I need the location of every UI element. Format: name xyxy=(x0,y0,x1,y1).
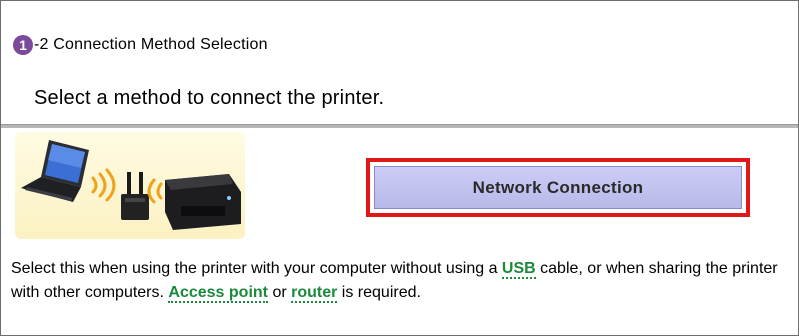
instruction-text: Select a method to connect the printer. xyxy=(34,87,385,109)
connection-method-panel: 1 -2 Connection Method Selection Select … xyxy=(0,0,799,336)
network-illustration xyxy=(15,132,245,239)
network-connection-button[interactable]: Network Connection xyxy=(374,166,742,209)
option-description: Select this when using the printer with … xyxy=(11,257,791,305)
step-number-badge: 1 xyxy=(13,35,33,55)
wireless-signal-icon xyxy=(91,168,116,202)
access-point-glossary-link[interactable]: Access point xyxy=(168,284,268,303)
wifi-router-icon xyxy=(121,172,149,220)
description-text: or xyxy=(268,284,292,301)
printer-icon xyxy=(165,174,241,230)
router-glossary-link[interactable]: router xyxy=(291,284,338,303)
usb-glossary-link[interactable]: USB xyxy=(501,260,536,279)
step-title: -2 Connection Method Selection xyxy=(34,36,268,53)
section-divider xyxy=(1,124,798,128)
network-connection-highlight: Network Connection xyxy=(366,158,750,217)
laptop-icon xyxy=(21,140,89,202)
description-text: Select this when using the printer with … xyxy=(11,260,502,277)
step-header: 1 -2 Connection Method Selection xyxy=(13,35,268,55)
description-text: is required. xyxy=(337,284,421,301)
